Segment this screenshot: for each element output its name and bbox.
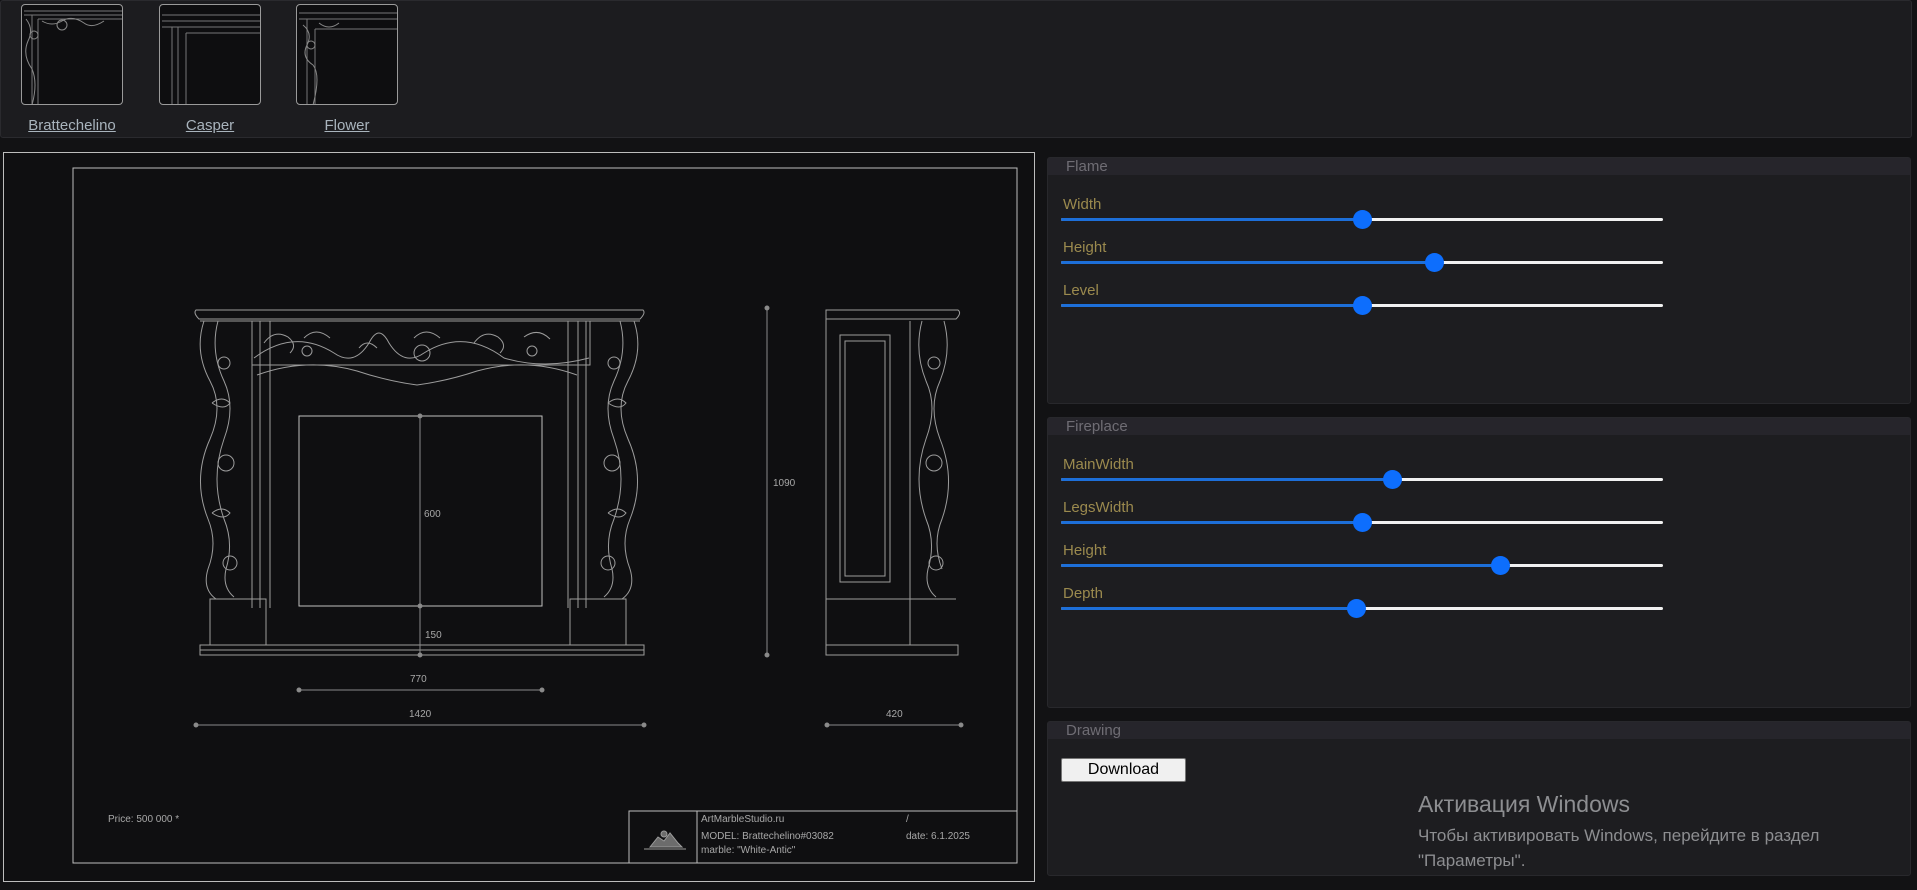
price-text: Price: 500 000 *	[108, 814, 179, 825]
model-link[interactable]: Brattechelino	[21, 117, 123, 134]
model-thumb-brattechelino[interactable]: Brattechelino	[21, 4, 123, 134]
flame-width-slider[interactable]: Width	[1061, 195, 1663, 229]
dim-overall-width	[193, 722, 647, 728]
dim-600: 600	[424, 509, 441, 520]
fireplace-depth-slider[interactable]: Depth	[1061, 584, 1663, 618]
model-thumb-casper[interactable]: Casper	[159, 4, 261, 134]
side-view	[825, 309, 961, 656]
slider-thumb[interactable]	[1491, 556, 1511, 575]
drawing-panel-title: Drawing	[1048, 722, 1910, 739]
sheet-number: /	[906, 814, 909, 825]
drawing-canvas: 600 150 770 1420 1090 420 Price: 500 000…	[72, 167, 1018, 864]
studio-logo	[644, 830, 686, 850]
model-preview-image[interactable]	[21, 4, 123, 105]
fireplace-panel: Fireplace MainWidth LegsWidth Height Dep…	[1047, 417, 1911, 708]
slider-thumb[interactable]	[1383, 470, 1403, 489]
slider-fill	[1061, 304, 1362, 307]
slider-track[interactable]	[1061, 296, 1663, 315]
dim-150: 150	[425, 630, 442, 641]
slider-fill	[1061, 521, 1362, 524]
model-link[interactable]: Flower	[296, 117, 398, 134]
windows-activation-title: Активация Windows	[1418, 791, 1630, 817]
model-preview-image[interactable]	[296, 4, 398, 105]
slider-label: Height	[1063, 239, 1107, 256]
flame-height-slider[interactable]: Height	[1061, 238, 1663, 272]
slider-track[interactable]	[1061, 599, 1663, 618]
slider-track[interactable]	[1061, 253, 1663, 272]
slider-thumb[interactable]	[1425, 253, 1445, 272]
flame-level-slider[interactable]: Level	[1061, 281, 1663, 315]
dim-1420: 1420	[409, 709, 432, 720]
fireplace-mainwidth-slider[interactable]: MainWidth	[1061, 455, 1663, 489]
dim-overall-height	[764, 305, 770, 658]
studio-name: ArtMarbleStudio.ru	[701, 814, 784, 825]
fireplace-height-slider[interactable]: Height	[1061, 541, 1663, 575]
slider-track[interactable]	[1061, 513, 1663, 532]
fireplace-legswidth-slider[interactable]: LegsWidth	[1061, 498, 1663, 532]
slider-track[interactable]	[1061, 470, 1663, 489]
slider-thumb[interactable]	[1353, 513, 1372, 532]
model-name: MODEL: Brattechelino#03082	[701, 831, 834, 842]
marble-name: marble: "White-Antic"	[701, 845, 796, 856]
flame-panel: Flame Width Height Level	[1047, 157, 1911, 404]
dim-770: 770	[410, 674, 427, 685]
dim-depth	[824, 722, 964, 728]
slider-fill	[1061, 564, 1501, 567]
slider-thumb[interactable]	[1353, 296, 1372, 315]
sheet-frame	[72, 167, 1018, 864]
model-thumb-flower[interactable]: Flower	[296, 4, 398, 134]
slider-fill	[1061, 261, 1435, 264]
slider-label: Height	[1063, 542, 1107, 559]
flame-panel-title: Flame	[1048, 158, 1910, 175]
slider-track[interactable]	[1061, 556, 1663, 575]
dim-firebox-height	[417, 413, 423, 658]
drawing-date: date: 6.1.2025	[906, 831, 970, 842]
model-link[interactable]: Casper	[159, 117, 261, 134]
slider-thumb[interactable]	[1353, 210, 1372, 229]
dim-1090: 1090	[773, 478, 796, 489]
technical-drawing: 600 150 770 1420 1090 420 Price: 500 000…	[3, 152, 1035, 882]
slider-fill	[1061, 478, 1393, 481]
slider-thumb[interactable]	[1346, 599, 1366, 618]
slider-fill	[1061, 607, 1356, 610]
slider-label: MainWidth	[1063, 456, 1134, 473]
dim-420: 420	[886, 709, 903, 720]
slider-fill	[1061, 218, 1362, 221]
model-preview-image[interactable]	[159, 4, 261, 105]
dim-firebox-width	[296, 687, 545, 693]
slider-track[interactable]	[1061, 210, 1663, 229]
model-gallery: Brattechelino Casper Flower	[0, 0, 1912, 138]
fireplace-panel-title: Fireplace	[1048, 418, 1910, 435]
windows-activation-text: Чтобы активировать Windows, перейдите в …	[1418, 826, 1820, 870]
download-button[interactable]: Download	[1061, 758, 1186, 782]
